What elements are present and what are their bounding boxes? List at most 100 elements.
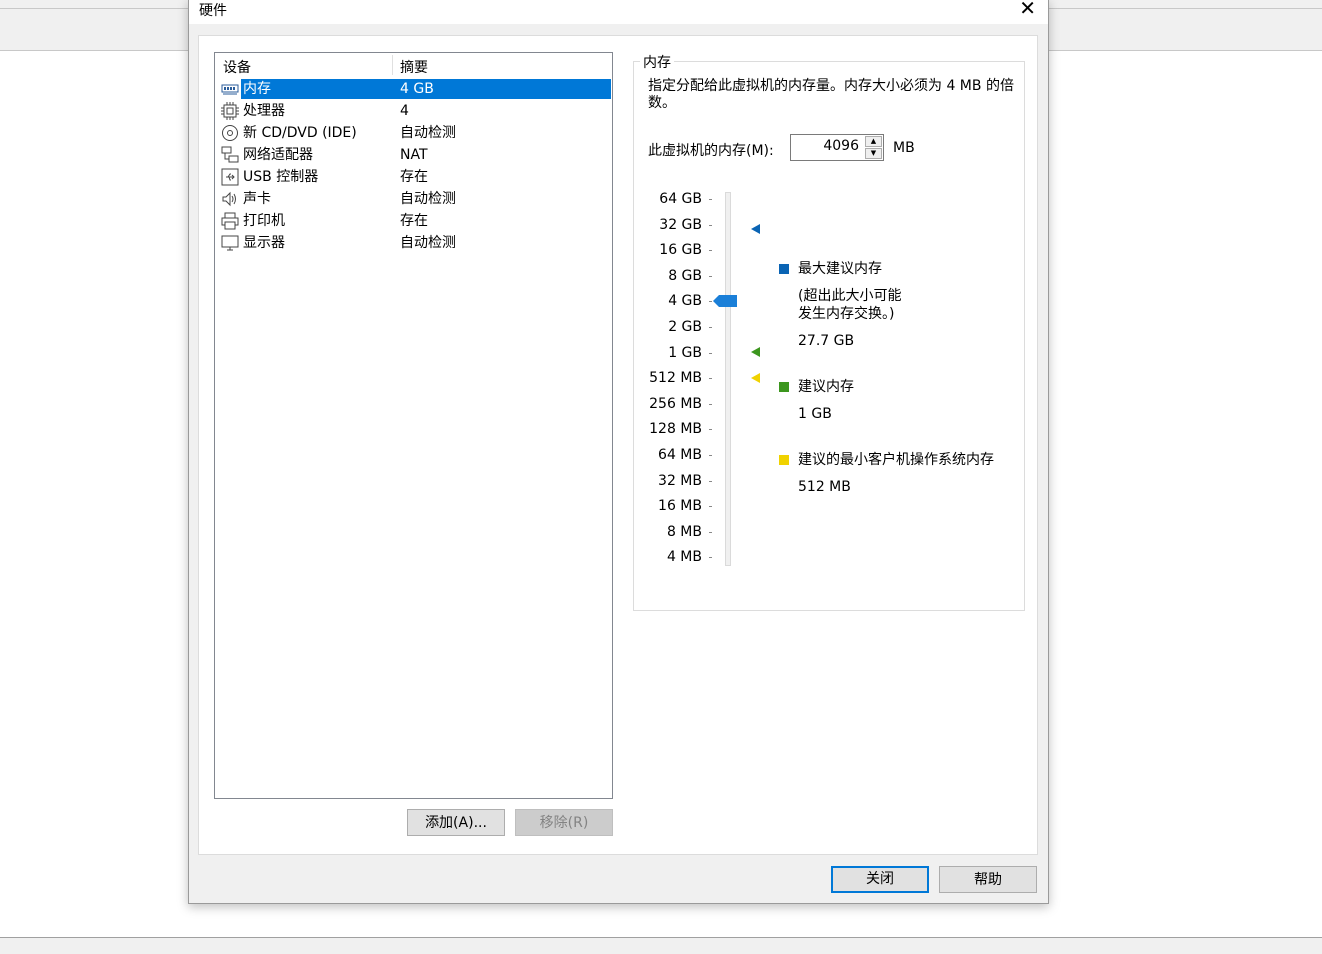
column-header-summary[interactable]: 摘要 [400,57,428,77]
memory-scale-tick [709,378,712,380]
memory-scale-label: 32 GB [659,216,702,233]
memory-scale-tick [709,327,712,328]
device-row-processor[interactable]: 处理器 4 [219,100,612,122]
device-name: 处理器 [243,103,285,119]
monitor-icon [221,235,239,251]
device-row-sound[interactable]: 声卡 自动检测 [219,188,612,210]
column-separator[interactable] [392,55,393,75]
cpu-icon [221,102,239,120]
recommended-value: 1 GB [798,406,832,422]
max-recommended-note-line1: (超出此大小可能 [798,288,902,304]
memory-scale-tick [709,506,712,508]
memory-scale-tick [709,455,712,456]
hardware-dialog: 硬件 ✕ 设备 摘要 内存 4 GB 处理器 4 新 CD/DVD (IDE) … [188,0,1049,904]
memory-scale-tick [709,250,712,252]
device-name: 内存 [243,81,271,97]
memory-scale-label: 4 GB [668,293,702,310]
memory-scale-label: 128 MB [649,421,702,438]
spin-up-button[interactable]: ▲ [865,136,882,147]
memory-scale-label: 2 GB [668,319,702,335]
column-header-device[interactable]: 设备 [223,57,251,77]
dialog-content: 设备 摘要 内存 4 GB 处理器 4 新 CD/DVD (IDE) 自动检测 … [198,35,1038,855]
memory-scale-label: 8 GB [668,267,702,284]
memory-scale-tick [709,352,712,354]
min-guest-swatch [779,455,789,465]
memory-scale-tick [709,480,712,482]
memory-scale-tick [709,403,712,405]
memory-scale-tick [709,275,712,277]
memory-scale-tick [709,301,712,303]
memory-scale-label: 8 MB [666,523,702,540]
max-recommended-marker [751,224,760,234]
memory-unit: MB [893,140,915,156]
recommended-title: 建议内存 [798,379,854,395]
device-name: 网络适配器 [243,147,313,163]
device-row-usb[interactable]: USB 控制器 存在 [219,166,612,188]
device-row-cd-dvd[interactable]: 新 CD/DVD (IDE) 自动检测 [219,122,612,144]
device-name: USB 控制器 [243,169,319,185]
memory-scale-tick [709,199,712,200]
memory-scale-label: 32 MB [658,472,702,489]
device-summary: 自动检测 [400,191,456,207]
memory-icon [221,84,239,95]
network-icon [221,146,239,163]
device-summary: NAT [400,147,428,163]
close-icon[interactable]: ✕ [1019,0,1036,18]
memory-value[interactable]: 4096 [823,138,859,154]
memory-scale-label: 16 GB [659,242,702,259]
max-recommended-title: 最大建议内存 [798,261,882,277]
memory-field-label: 此虚拟机的内存(M): [648,143,774,159]
device-row-printer[interactable]: 打印机 存在 [219,210,612,232]
dialog-title: 硬件 [199,3,227,19]
device-row-memory[interactable]: 内存 4 GB [219,78,612,100]
min-guest-value: 512 MB [798,479,851,495]
memory-description: 指定分配给此虚拟机的内存量。内存大小必须为 4 MB 的倍数。 [648,78,1014,111]
memory-scale-label: 64 MB [658,447,702,463]
device-name: 打印机 [243,213,285,229]
recommended-marker [751,347,760,357]
device-name: 新 CD/DVD (IDE) [243,125,357,141]
memory-spinner[interactable]: 4096 ▲ ▼ [790,134,884,161]
device-row-display[interactable]: 显示器 自动检测 [219,232,612,254]
device-summary: 自动检测 [400,125,456,141]
device-list[interactable]: 设备 摘要 内存 4 GB 处理器 4 新 CD/DVD (IDE) 自动检测 … [214,52,613,799]
memory-slider-thumb[interactable] [713,294,739,308]
close-button[interactable]: 关闭 [831,866,929,893]
title-bar[interactable]: 硬件 ✕ [189,0,1048,24]
memory-scale-label: 1 GB [668,344,702,361]
speaker-icon [222,191,236,207]
device-summary: 存在 [400,169,428,185]
memory-scale-tick [709,429,712,431]
help-button[interactable]: 帮助 [939,866,1037,893]
max-recommended-swatch [779,264,789,274]
memory-scale-label: 16 MB [658,498,702,515]
remove-button[interactable]: 移除(R) [515,809,613,836]
memory-scale-label: 4 MB [666,549,702,566]
max-recommended-value: 27.7 GB [798,333,855,349]
memory-scale-tick [709,224,712,226]
background-window-statusbar [0,937,1322,954]
memory-scale-label: 64 GB [659,191,702,207]
cd-icon [222,125,238,141]
device-summary: 4 [400,103,409,119]
min-guest-marker [751,373,760,383]
memory-scale-label: 256 MB [649,395,702,412]
device-summary: 4 GB [400,81,434,97]
device-summary: 自动检测 [400,235,456,251]
add-button[interactable]: 添加(A)... [407,809,505,836]
memory-scale-tick [709,557,712,559]
max-recommended-note-line2: 发生内存交换。) [798,306,895,322]
usb-icon [221,168,239,186]
min-guest-title: 建议的最小客户机操作系统内存 [798,452,994,468]
device-list-header: 设备 摘要 [215,53,612,77]
memory-scale-tick [709,531,712,533]
device-row-network[interactable]: 网络适配器 NAT [219,144,612,166]
memory-scale-label: 512 MB [649,370,702,387]
device-summary: 存在 [400,213,428,229]
device-name: 声卡 [243,191,271,207]
recommended-swatch [779,382,789,392]
printer-icon [221,212,239,230]
spin-down-button[interactable]: ▼ [865,148,882,159]
device-name: 显示器 [243,235,285,251]
memory-slider-track[interactable] [725,192,731,566]
